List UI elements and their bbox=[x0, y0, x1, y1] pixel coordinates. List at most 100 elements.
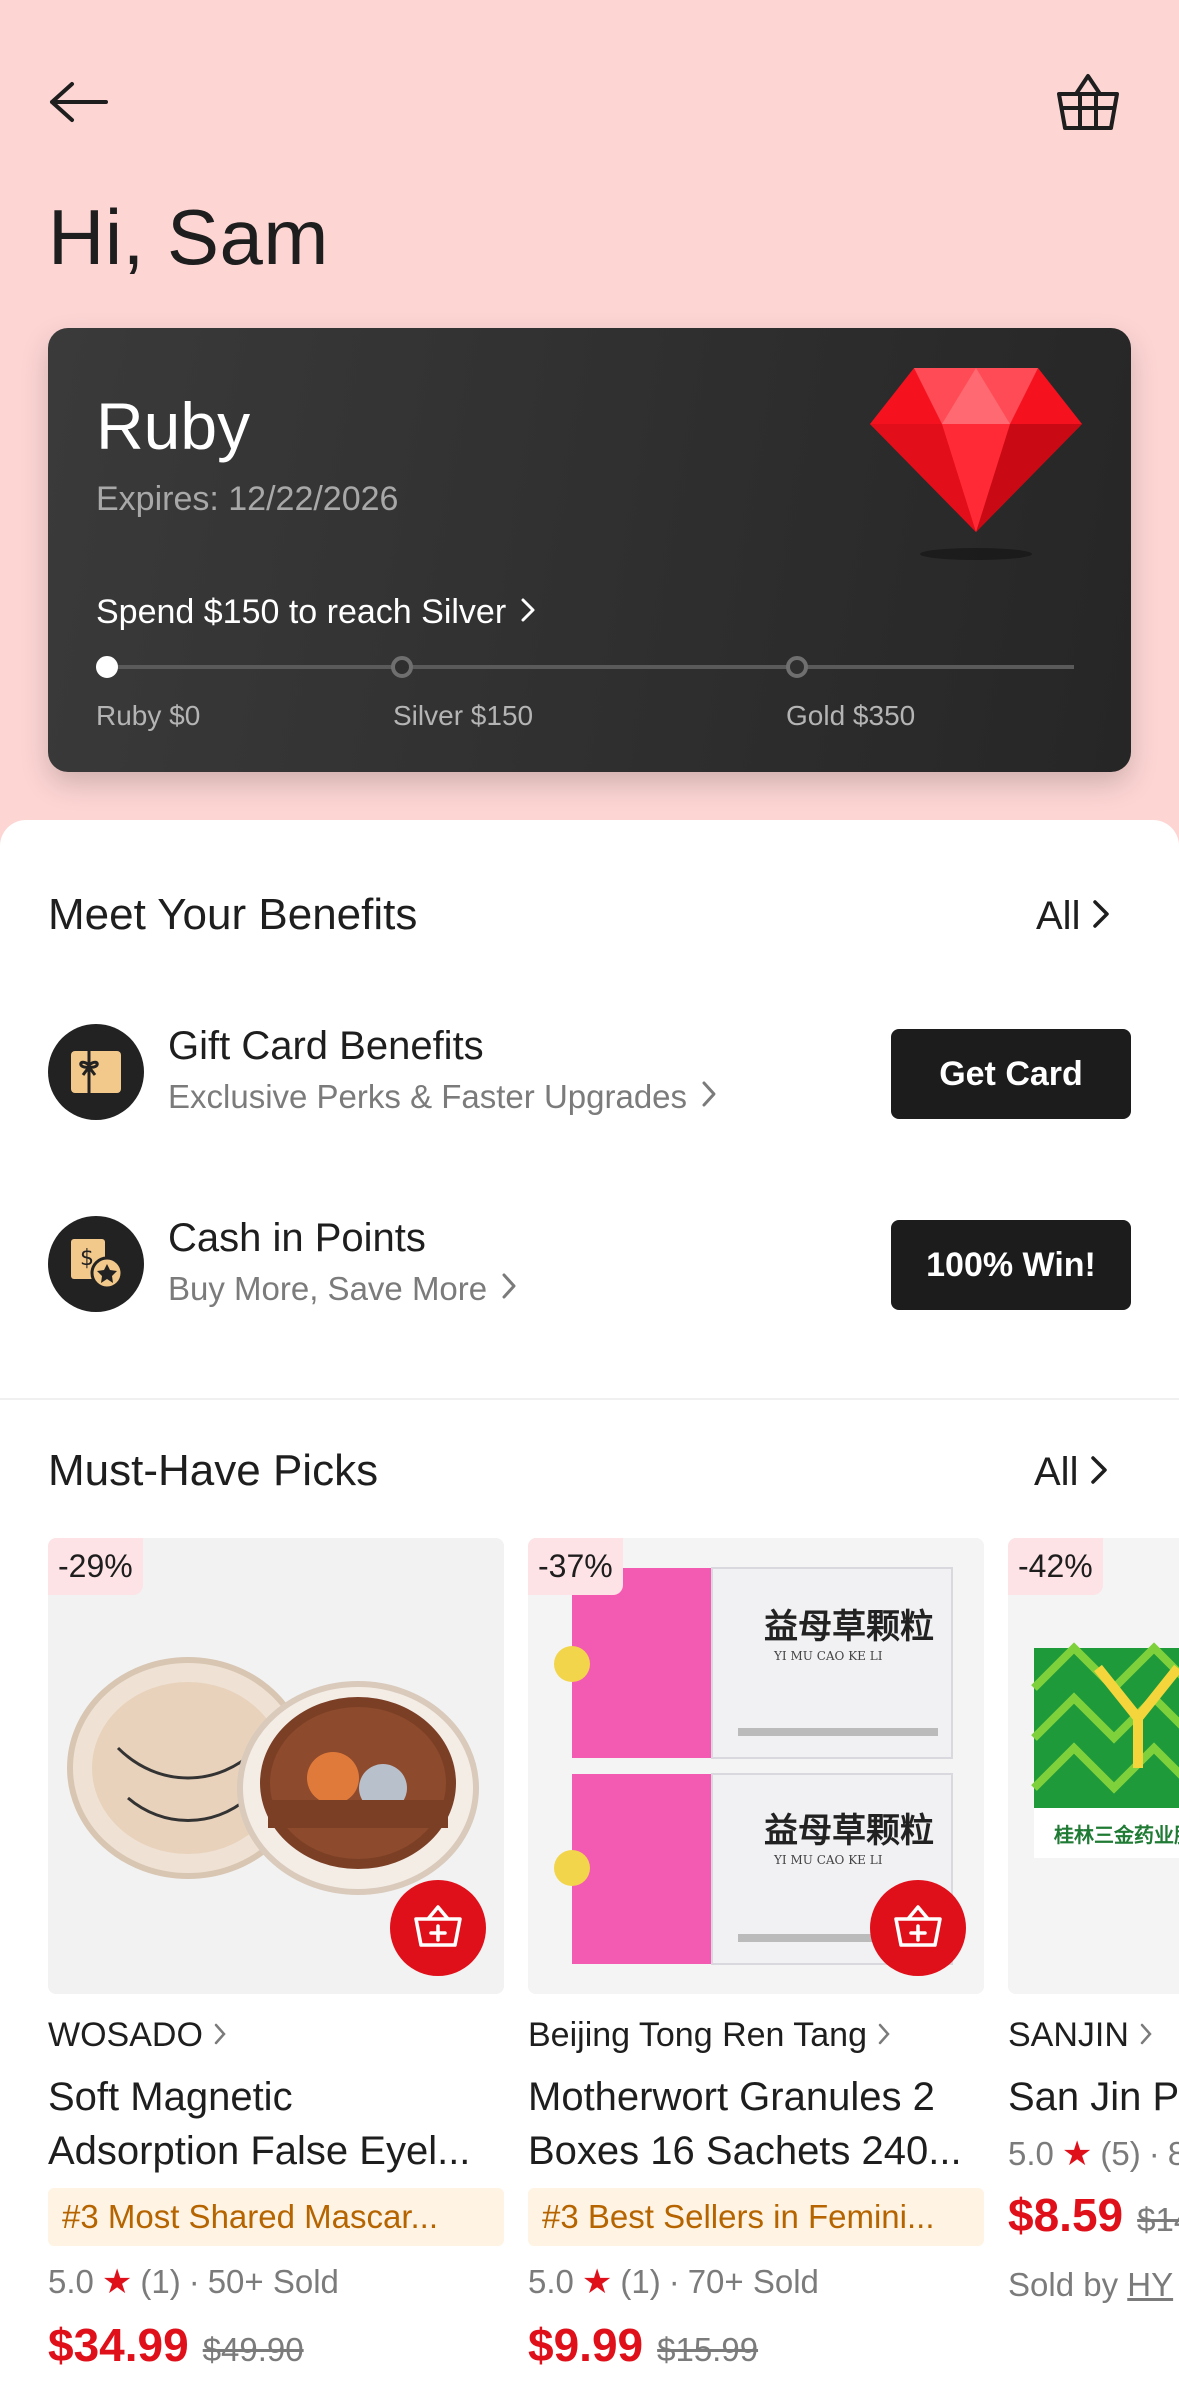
product-image[interactable]: -29% bbox=[48, 1538, 504, 1994]
tier-label-silver: Silver $150 bbox=[393, 700, 534, 731]
sold-count: 70+ Sold bbox=[687, 2263, 819, 2300]
tier-progress-track bbox=[106, 665, 1074, 669]
sold-by-label: Sold by bbox=[1008, 2266, 1119, 2303]
sold-count: 50+ Sold bbox=[207, 2263, 339, 2300]
star-icon: ★ bbox=[581, 2263, 613, 2301]
tier-progress-link[interactable]: Spend $150 to reach Silver bbox=[96, 593, 536, 632]
discount-badge: -29% bbox=[48, 1538, 143, 1595]
rating-row: 5.0 ★ (5) · 8 bbox=[1008, 2134, 1179, 2174]
product-title[interactable]: San Jin P bbox=[1008, 2070, 1179, 2124]
tier-progress-text: Spend $150 to reach Silver bbox=[96, 593, 507, 631]
chevron-right-icon bbox=[1139, 2016, 1153, 2055]
rank-badge[interactable]: #3 Most Shared Mascar... bbox=[48, 2188, 504, 2246]
chevron-right-icon bbox=[520, 593, 536, 632]
brand-link[interactable]: WOSADO bbox=[48, 2016, 227, 2055]
rating-row: 5.0 ★ (1) · 70+ Sold bbox=[528, 2262, 819, 2302]
cash-points-title: Cash in Points bbox=[168, 1216, 426, 1260]
basket-icon bbox=[1056, 72, 1120, 137]
get-card-button[interactable]: Get Card bbox=[891, 1029, 1131, 1119]
sold-by[interactable]: Sold by HY bbox=[1008, 2266, 1173, 2304]
brand-name: SANJIN bbox=[1008, 2016, 1129, 2054]
rank-badge[interactable]: #3 Best Sellers in Femini... bbox=[528, 2188, 984, 2246]
box-label-cn: 桂林三金药业股份 bbox=[1053, 1823, 1179, 1847]
sale-price: $34.99 bbox=[48, 2319, 189, 2371]
tier-expiry: Expires: 12/22/2026 bbox=[96, 480, 399, 518]
review-count: (1) bbox=[140, 2263, 181, 2300]
chevron-right-icon bbox=[1090, 1450, 1108, 1495]
review-count: (1) bbox=[620, 2263, 661, 2300]
separator-dot: · bbox=[668, 2263, 680, 2300]
discount-badge: -37% bbox=[528, 1538, 623, 1595]
chevron-right-icon bbox=[877, 2016, 891, 2055]
benefits-all-link[interactable]: All bbox=[1036, 894, 1110, 939]
sold-count: 8 bbox=[1167, 2135, 1179, 2172]
win-points-button[interactable]: 100% Win! bbox=[891, 1220, 1131, 1310]
star-icon: ★ bbox=[101, 2263, 133, 2301]
product-image[interactable]: 桂林三金药业股份 -42% bbox=[1008, 1538, 1179, 1994]
separator-dot: · bbox=[188, 2263, 200, 2300]
tier-node-silver bbox=[391, 656, 413, 678]
rating-value: 5.0 bbox=[1008, 2135, 1054, 2172]
ruby-gem-icon bbox=[870, 364, 1082, 564]
chevron-right-icon bbox=[501, 1270, 517, 1308]
separator-dot: · bbox=[1148, 2135, 1160, 2172]
seller-name: HY bbox=[1127, 2266, 1174, 2303]
product-title-line: Motherwort Granules 2 bbox=[528, 2075, 935, 2119]
tier-node-ruby bbox=[96, 656, 118, 678]
original-price: $49.90 bbox=[202, 2331, 304, 2368]
arrow-left-icon bbox=[48, 80, 108, 129]
discount-badge: -42% bbox=[1008, 1538, 1103, 1595]
gift-card-subtitle: Exclusive Perks & Faster Upgrades bbox=[168, 1078, 688, 1115]
add-to-cart-button[interactable] bbox=[870, 1880, 966, 1976]
product-title-line: Adsorption False Eyel... bbox=[48, 2129, 471, 2173]
section-divider bbox=[0, 1398, 1179, 1400]
box-label-cn: 益母草颗粒 bbox=[764, 1607, 934, 1647]
rating-row: 5.0 ★ (1) · 50+ Sold bbox=[48, 2262, 339, 2302]
cash-points-subtitle-link[interactable]: Buy More, Save More bbox=[168, 1270, 517, 1308]
product-title[interactable]: Soft Magnetic Adsorption False Eyel... bbox=[48, 2070, 504, 2178]
product-title-line: Soft Magnetic bbox=[48, 2075, 293, 2119]
rating-value: 5.0 bbox=[48, 2263, 94, 2300]
star-icon: ★ bbox=[1061, 2135, 1093, 2173]
cash-points-icon: $ bbox=[48, 1216, 144, 1312]
brand-name: Beijing Tong Ren Tang bbox=[528, 2016, 868, 2054]
membership-tier-card[interactable]: Ruby Expires: 12/22/2026 Spend $150 to r… bbox=[48, 328, 1131, 772]
sale-price: $9.99 bbox=[528, 2319, 644, 2371]
benefits-title: Meet Your Benefits bbox=[48, 890, 418, 939]
all-label: All bbox=[1036, 894, 1081, 938]
picks-all-link[interactable]: All bbox=[1034, 1450, 1108, 1495]
product-title-line: San Jin P bbox=[1008, 2075, 1179, 2119]
product-card[interactable]: 桂林三金药业股份 -42% SANJIN San Jin P 5.0 ★ (5)… bbox=[1008, 1538, 1179, 2396]
price-row: $8.59 $14 bbox=[1008, 2188, 1179, 2242]
product-title[interactable]: Motherwort Granules 2 Boxes 16 Sachets 2… bbox=[528, 2070, 984, 2178]
chevron-right-icon bbox=[1092, 894, 1110, 939]
picks-title: Must-Have Picks bbox=[48, 1446, 379, 1495]
tier-label-gold: Gold $350 bbox=[786, 700, 916, 731]
add-to-cart-icon bbox=[893, 1903, 943, 1954]
price-row: $34.99 $49.90 bbox=[48, 2318, 304, 2372]
review-count: (5) bbox=[1100, 2135, 1141, 2172]
price-row: $9.99 $15.99 bbox=[528, 2318, 758, 2372]
product-image[interactable]: 益母草颗粒 YI MU CAO KE LI 益母草颗粒 YI MU CAO KE… bbox=[528, 1538, 984, 1994]
brand-name: WOSADO bbox=[48, 2016, 203, 2054]
brand-link[interactable]: Beijing Tong Ren Tang bbox=[528, 2016, 891, 2055]
add-to-cart-button[interactable] bbox=[390, 1880, 486, 1976]
brand-link[interactable]: SANJIN bbox=[1008, 2016, 1153, 2055]
chevron-right-icon bbox=[213, 2016, 227, 2055]
product-title-line: Boxes 16 Sachets 240... bbox=[528, 2129, 962, 2173]
tier-label-ruby: Ruby $0 bbox=[96, 700, 201, 731]
gift-card-subtitle-link[interactable]: Exclusive Perks & Faster Upgrades bbox=[168, 1078, 717, 1116]
box-label-cn: 益母草颗粒 bbox=[764, 1811, 934, 1851]
gift-card-title: Gift Card Benefits bbox=[168, 1024, 484, 1068]
all-label: All bbox=[1034, 1450, 1079, 1494]
tier-node-gold bbox=[786, 656, 808, 678]
original-price: $14 bbox=[1137, 2201, 1179, 2238]
cash-points-subtitle: Buy More, Save More bbox=[168, 1270, 488, 1307]
back-button[interactable] bbox=[48, 72, 120, 136]
original-price: $15.99 bbox=[657, 2331, 759, 2368]
chevron-right-icon bbox=[701, 1078, 717, 1116]
cart-button[interactable] bbox=[1052, 68, 1124, 140]
box-label-pinyin: YI MU CAO KE LI bbox=[773, 1649, 883, 1663]
tier-name: Ruby bbox=[96, 389, 251, 463]
sale-price: $8.59 bbox=[1008, 2189, 1124, 2241]
